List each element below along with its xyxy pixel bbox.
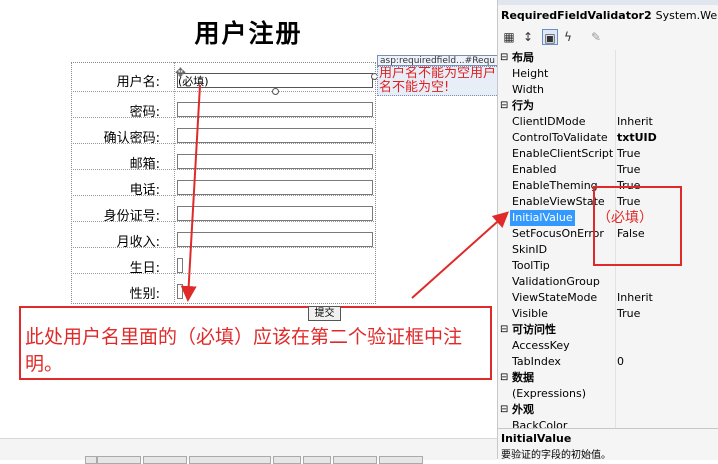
property-row-visible[interactable]: Visible True bbox=[498, 306, 718, 322]
property-row-height[interactable]: Height bbox=[498, 66, 718, 82]
property-row-validationgroup[interactable]: ValidationGroup bbox=[498, 274, 718, 290]
property-row-viewstatemode[interactable]: ViewStateMode Inherit bbox=[498, 290, 718, 306]
tag-bar-item[interactable] bbox=[97, 456, 141, 464]
property-row-accesskey[interactable]: AccessKey bbox=[498, 338, 718, 354]
form-row-username: 用户名: bbox=[71, 62, 374, 92]
collapse-icon[interactable]: ⊟ bbox=[500, 322, 508, 338]
events-icon[interactable]: ϟ bbox=[560, 29, 576, 45]
properties-title-strip bbox=[498, 0, 718, 5]
properties-toolbar: ▦ ↕ ▣ ϟ ✎ bbox=[498, 26, 718, 48]
property-row-enableclientscript[interactable]: EnableClientScript True bbox=[498, 146, 718, 162]
designer-tag-bar bbox=[0, 438, 497, 464]
page-title: 用户注册 bbox=[194, 19, 303, 48]
income-input[interactable] bbox=[177, 232, 373, 247]
validator-smart-tag[interactable]: asp:requiredfield...#Requ bbox=[377, 55, 500, 66]
required-field-validator-message[interactable]: 用户名不能为空用户名不能为空! bbox=[377, 66, 499, 96]
username-label: 用户名: bbox=[116, 75, 160, 90]
category-accessibility[interactable]: ⊟ 可访问性 bbox=[498, 322, 718, 338]
property-pages-icon[interactable]: ✎ bbox=[588, 29, 604, 45]
alphabetical-icon[interactable]: ↕ bbox=[520, 29, 536, 45]
id-number-input[interactable] bbox=[177, 206, 373, 221]
description-title: InitialValue bbox=[501, 432, 572, 445]
gender-label: 性别: bbox=[129, 287, 160, 302]
collapse-icon[interactable]: ⊟ bbox=[500, 98, 508, 114]
birthday-input[interactable] bbox=[177, 258, 183, 273]
tag-bar-item[interactable] bbox=[143, 456, 187, 464]
submit-button[interactable]: 提交 bbox=[308, 306, 341, 321]
collapse-icon[interactable]: ⊟ bbox=[500, 50, 508, 66]
property-row-width[interactable]: Width bbox=[498, 82, 718, 98]
category-appearance[interactable]: ⊟ 外观 bbox=[498, 402, 718, 418]
property-description-pane: InitialValue 要验证的字段的初始值。 bbox=[498, 428, 718, 461]
form-row-birthday: 生日: bbox=[71, 248, 374, 276]
object-name: RequiredFieldValidator2 bbox=[501, 9, 652, 22]
callout-text: （必填） bbox=[597, 210, 653, 226]
form-row-id-number: 身份证号: bbox=[71, 196, 374, 224]
form-row-phone: 电话: bbox=[71, 170, 374, 198]
property-row-enabled[interactable]: Enabled True bbox=[498, 162, 718, 178]
categorized-icon[interactable]: ▦ bbox=[501, 29, 517, 45]
form-row-password: 密码: bbox=[71, 92, 374, 120]
category-behavior[interactable]: ⊟ 行为 bbox=[498, 98, 718, 114]
form-row-email: 邮箱: bbox=[71, 144, 374, 172]
collapse-icon[interactable]: ⊟ bbox=[500, 370, 508, 386]
category-data[interactable]: ⊟ 数据 bbox=[498, 370, 718, 386]
phone-input[interactable] bbox=[177, 180, 373, 195]
tag-bar-item[interactable] bbox=[333, 456, 377, 464]
tag-bar-item[interactable] bbox=[379, 456, 423, 464]
tag-bar-item[interactable] bbox=[85, 456, 97, 464]
email-input[interactable] bbox=[177, 154, 373, 169]
annotation-text: 此处用户名里面的（必填）应该在第二个验证框中注明。 bbox=[25, 326, 463, 375]
object-type: System.Web.UI.W bbox=[655, 9, 718, 22]
tag-bar-item[interactable] bbox=[303, 456, 331, 464]
property-row-backcolor[interactable]: BackColor bbox=[498, 418, 718, 428]
form-row-gender: 性别: bbox=[71, 274, 374, 302]
property-row-controltovalidate[interactable]: ControlToValidate txtUID bbox=[498, 130, 718, 146]
property-row-clientidmode[interactable]: ClientIDMode Inherit bbox=[498, 114, 718, 130]
form-row-income: 月收入: bbox=[71, 222, 374, 250]
properties-icon[interactable]: ▣ bbox=[542, 29, 558, 45]
form-row-confirm-password: 确认密码: bbox=[71, 118, 374, 146]
confirm-password-input[interactable] bbox=[177, 128, 373, 143]
property-row-expressions[interactable]: (Expressions) bbox=[498, 386, 718, 402]
password-input[interactable] bbox=[177, 102, 373, 117]
tag-bar-item[interactable] bbox=[189, 456, 271, 464]
category-layout[interactable]: ⊟ 布局 bbox=[498, 50, 718, 66]
designer-surface[interactable]: 用户注册 用户名: (必填) ✥ 密码: 确认密码: 邮箱: 电话: 身份证号:… bbox=[0, 0, 500, 464]
property-row-tabindex[interactable]: TabIndex 0 bbox=[498, 354, 718, 370]
annotation-box: 此处用户名里面的（必填）应该在第二个验证框中注明。 bbox=[19, 306, 492, 380]
move-handle-icon[interactable]: ✥ bbox=[175, 67, 189, 81]
gender-input[interactable] bbox=[177, 284, 183, 299]
collapse-icon[interactable]: ⊟ bbox=[500, 402, 508, 418]
object-selector[interactable]: RequiredFieldValidator2System.Web.UI.W bbox=[501, 9, 718, 22]
tag-bar-item[interactable] bbox=[273, 456, 301, 464]
